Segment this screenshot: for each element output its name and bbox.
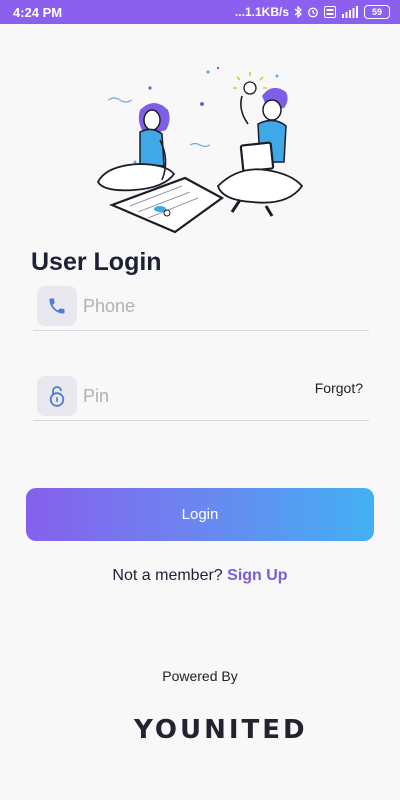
status-time: 4:24 PM [13, 4, 63, 20]
page-title: User Login [31, 248, 162, 276]
login-button[interactable]: Login [26, 488, 374, 541]
network-speed: ...1.1KB/s [234, 5, 289, 19]
battery-icon: 59 [364, 5, 390, 19]
signal-icon [341, 6, 359, 18]
login-illustration [90, 60, 320, 250]
bluetooth-icon [294, 6, 302, 18]
brand-logo: YOUNITED [128, 710, 305, 750]
phone-icon [37, 286, 77, 326]
volte-icon [324, 6, 336, 18]
status-bar: 4:24 PM ...1.1KB/s 59 [0, 0, 400, 24]
status-icons: ...1.1KB/s 59 [235, 5, 390, 19]
powered-by-text: Powered By [162, 668, 238, 684]
signup-link[interactable]: Sign Up [227, 567, 287, 584]
alarm-icon [307, 6, 319, 18]
forgot-link[interactable]: Forgot? [315, 380, 363, 396]
lock-icon [37, 376, 77, 416]
brand-name: YOUNITED [134, 715, 308, 745]
pin-input[interactable] [81, 378, 315, 414]
phone-field[interactable] [33, 286, 369, 331]
signup-row: Not a member? Sign Up [0, 567, 400, 585]
phone-input[interactable] [81, 288, 315, 324]
pin-field[interactable]: Forgot? [33, 376, 369, 421]
not-member-text: Not a member? [112, 567, 223, 584]
